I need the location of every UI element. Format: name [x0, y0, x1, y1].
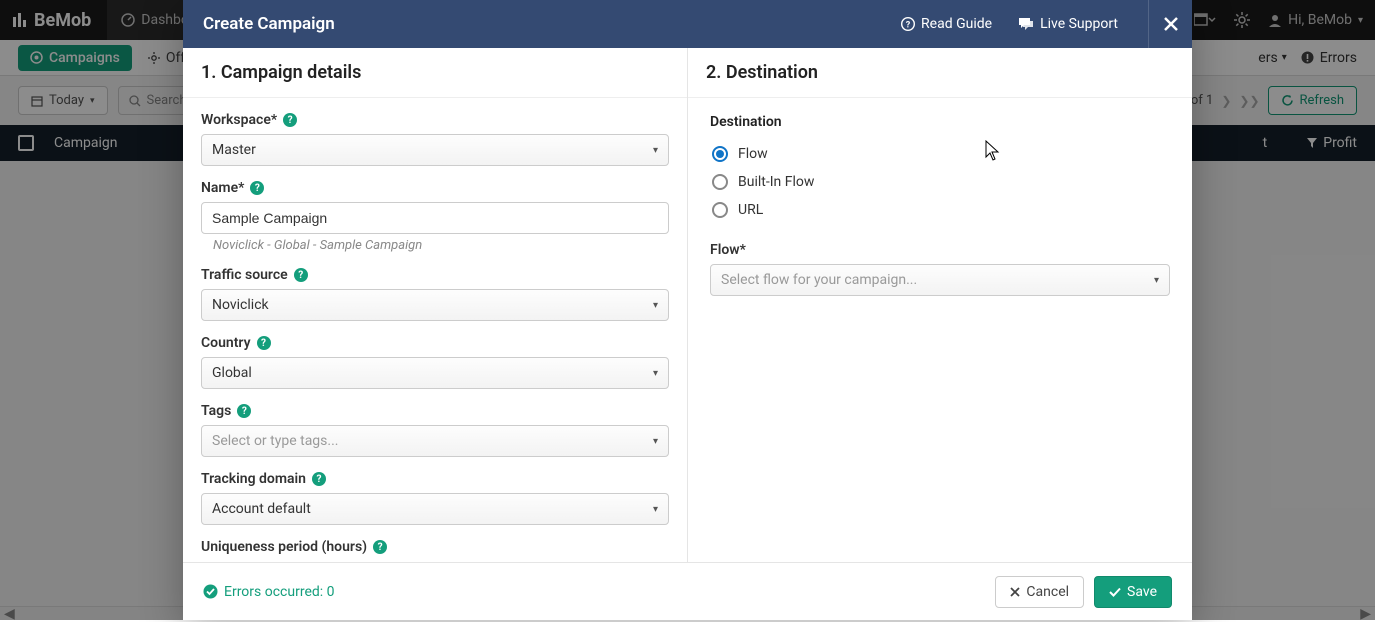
- traffic-source-value: Noviclick: [212, 297, 269, 313]
- errors-text: Errors occurred: 0: [224, 584, 335, 600]
- cancel-label: Cancel: [1026, 584, 1069, 600]
- traffic-source-label: Traffic source: [201, 267, 288, 283]
- help-icon[interactable]: ?: [237, 404, 251, 418]
- campaign-form-scroll[interactable]: Workspace* ? Master ▾ Name* ? Noviclick …: [183, 98, 687, 562]
- radio-url-label: URL: [738, 202, 763, 218]
- section-1-title: 1. Campaign details: [183, 48, 687, 98]
- help-icon[interactable]: ?: [283, 113, 297, 127]
- help-icon[interactable]: ?: [373, 540, 387, 554]
- destination-radio-url[interactable]: URL: [710, 196, 1170, 224]
- country-value: Global: [212, 365, 252, 381]
- modal-footer: Errors occurred: 0 Cancel Save: [183, 562, 1192, 620]
- section-2-title: 2. Destination: [688, 48, 1192, 98]
- live-support-link[interactable]: Live Support: [1018, 16, 1118, 32]
- chevron-down-icon: ▾: [653, 145, 658, 156]
- radio-icon: [712, 174, 728, 190]
- radio-icon: [712, 146, 728, 162]
- radio-flow-label: Flow: [738, 146, 768, 162]
- uniqueness-label: Uniqueness period (hours): [201, 539, 367, 555]
- save-label: Save: [1127, 584, 1157, 600]
- tags-select[interactable]: Select or type tags... ▾: [201, 425, 669, 457]
- radio-icon: [712, 202, 728, 218]
- help-icon[interactable]: ?: [250, 181, 264, 195]
- svg-text:?: ?: [906, 21, 911, 31]
- workspace-label: Workspace*: [201, 112, 277, 128]
- tags-placeholder: Select or type tags...: [212, 433, 338, 449]
- flow-select-label: Flow*: [710, 242, 746, 258]
- modal-title: Create Campaign: [203, 14, 335, 34]
- read-guide-label: Read Guide: [921, 16, 992, 32]
- question-icon: ?: [901, 17, 915, 31]
- flow-placeholder: Select flow for your campaign...: [721, 272, 917, 288]
- modal-header: Create Campaign ? Read Guide Live Suppor…: [183, 0, 1192, 48]
- radio-builtin-label: Built-In Flow: [738, 174, 814, 190]
- chevron-down-icon: ▾: [1154, 275, 1159, 286]
- help-icon[interactable]: ?: [294, 268, 308, 282]
- traffic-source-select[interactable]: Noviclick ▾: [201, 289, 669, 321]
- cancel-button[interactable]: Cancel: [995, 576, 1084, 608]
- chevron-down-icon: ▾: [653, 300, 658, 311]
- name-label: Name*: [201, 180, 244, 196]
- name-preview: Noviclick - Global - Sample Campaign: [201, 234, 669, 253]
- read-guide-link[interactable]: ? Read Guide: [901, 16, 992, 32]
- close-icon: [1163, 16, 1179, 32]
- check-circle-icon: [203, 584, 218, 599]
- country-select[interactable]: Global ▾: [201, 357, 669, 389]
- chevron-down-icon: ▾: [653, 368, 658, 379]
- close-button[interactable]: [1148, 0, 1192, 48]
- create-campaign-modal: Create Campaign ? Read Guide Live Suppor…: [183, 0, 1192, 620]
- check-icon: [1109, 587, 1121, 597]
- tracking-domain-select[interactable]: Account default ▾: [201, 493, 669, 525]
- chat-icon: [1018, 17, 1034, 31]
- tags-label: Tags: [201, 403, 231, 419]
- destination-radio-flow[interactable]: Flow: [710, 140, 1170, 168]
- workspace-select[interactable]: Master ▾: [201, 134, 669, 166]
- chevron-down-icon: ▾: [653, 504, 658, 515]
- live-support-label: Live Support: [1040, 16, 1118, 32]
- flow-select[interactable]: Select flow for your campaign... ▾: [710, 264, 1170, 296]
- save-button[interactable]: Save: [1094, 576, 1172, 608]
- close-icon: [1010, 587, 1020, 597]
- chevron-down-icon: ▾: [653, 436, 658, 447]
- tracking-domain-value: Account default: [212, 501, 311, 517]
- tracking-domain-label: Tracking domain: [201, 471, 306, 487]
- errors-status: Errors occurred: 0: [203, 584, 335, 600]
- destination-radio-builtin[interactable]: Built-In Flow: [710, 168, 1170, 196]
- help-icon[interactable]: ?: [312, 472, 326, 486]
- country-label: Country: [201, 335, 251, 351]
- name-input[interactable]: [201, 202, 669, 234]
- destination-header: Destination: [710, 114, 1170, 130]
- workspace-value: Master: [212, 142, 256, 158]
- help-icon[interactable]: ?: [257, 336, 271, 350]
